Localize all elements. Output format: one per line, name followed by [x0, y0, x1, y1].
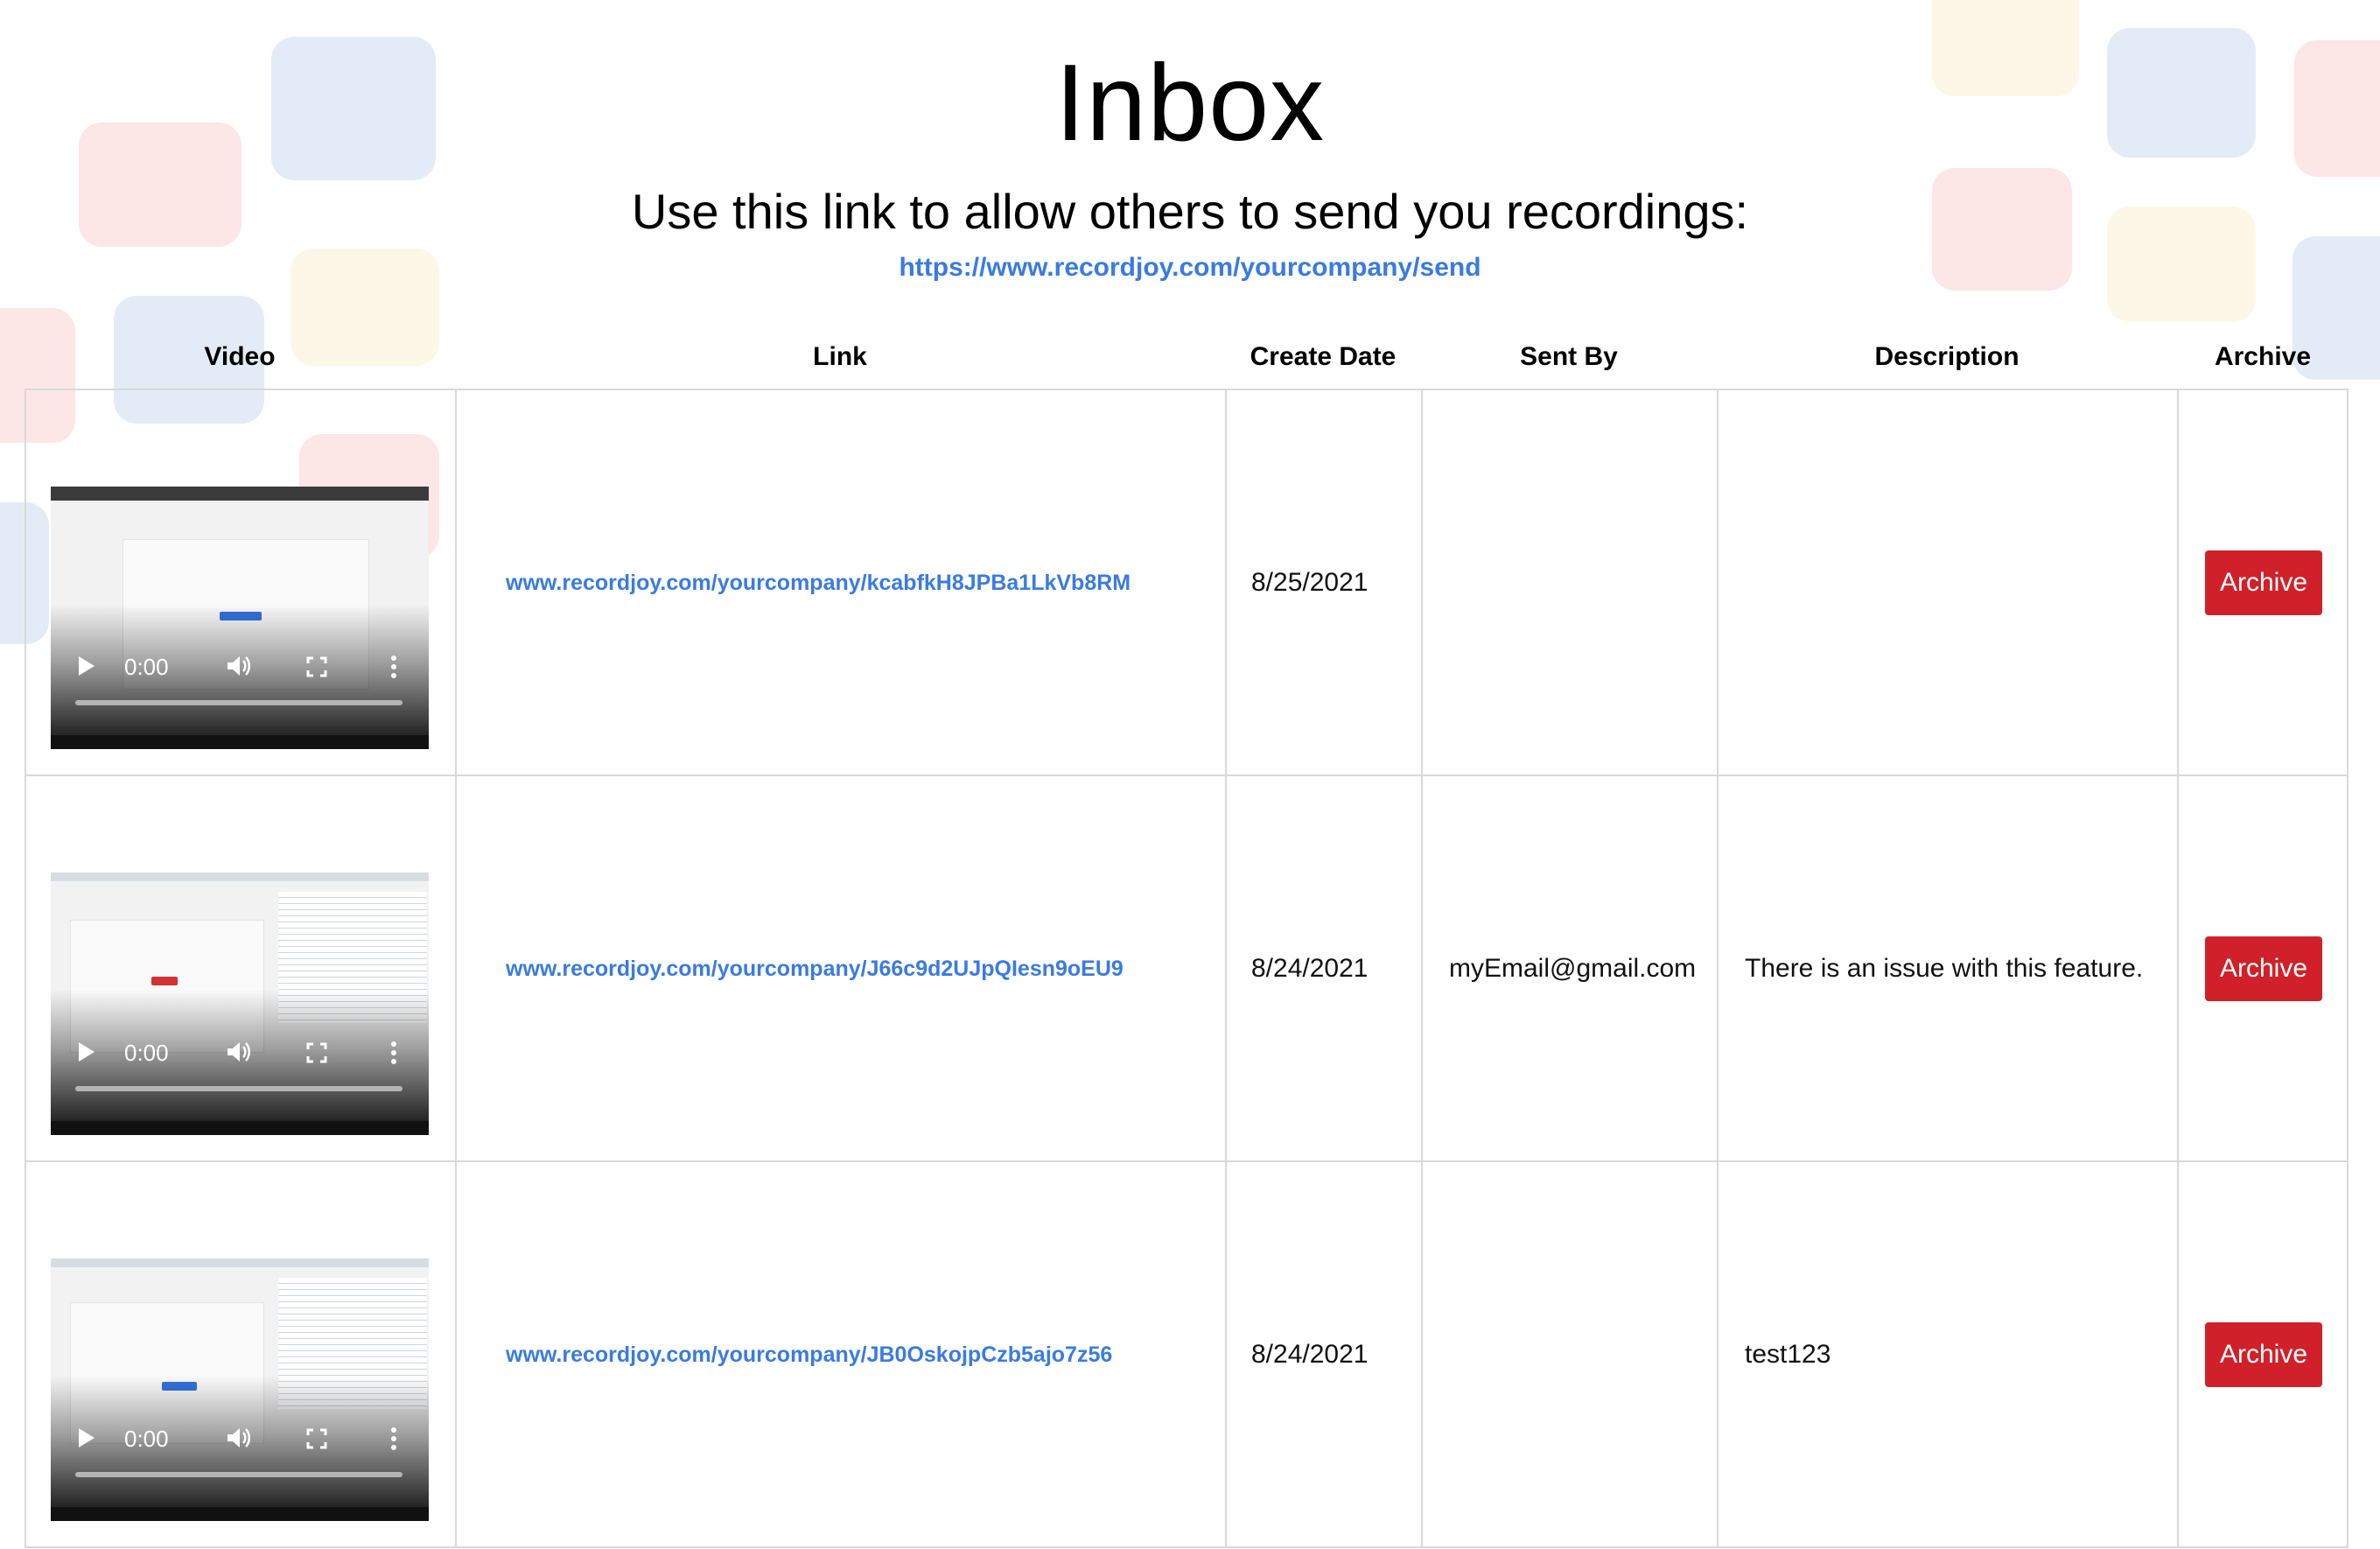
sent-by-cell [1421, 1162, 1717, 1546]
video-cell: 0:00 [24, 776, 455, 1160]
create-date: 8/24/2021 [1251, 1339, 1368, 1369]
video-thumbnail-topbar [51, 1258, 429, 1267]
description-cell: There is an issue with this feature. [1717, 776, 2177, 1160]
video-player[interactable]: 0:00 [51, 1258, 429, 1521]
video-cell: 0:00 [24, 1162, 455, 1546]
video-thumbnail-topbar [51, 873, 429, 881]
fullscreen-icon[interactable] [306, 1428, 327, 1449]
more-vert-icon[interactable] [390, 1426, 397, 1451]
table-row: 0:00 www.recordjoy.com/yourcompany/kcabf… [24, 390, 2348, 776]
volume-icon[interactable] [226, 1426, 252, 1449]
archive-button[interactable]: Archive [2205, 550, 2322, 615]
play-icon[interactable] [79, 656, 94, 676]
fullscreen-icon[interactable] [306, 1042, 327, 1063]
column-header-description: Description [1874, 342, 2020, 371]
video-player[interactable]: 0:00 [51, 873, 429, 1135]
video-thumbnail-topbar [51, 487, 429, 501]
more-vert-icon[interactable] [390, 1041, 397, 1065]
recording-link[interactable]: www.recordjoy.com/yourcompany/kcabfkH8JP… [506, 565, 1130, 600]
fullscreen-icon[interactable] [306, 656, 327, 677]
column-header-create-date: Create Date [1250, 342, 1396, 371]
link-cell: www.recordjoy.com/yourcompany/JB0OskojpC… [455, 1162, 1225, 1546]
archive-button[interactable]: Archive [2205, 936, 2322, 1001]
video-time: 0:00 [124, 1040, 169, 1066]
recordings-table: 0:00 www.recordjoy.com/yourcompany/kcabf… [24, 389, 2348, 1549]
column-header-link: Link [813, 342, 867, 371]
video-thumbnail-button [151, 977, 178, 985]
inbox-page: Inbox Use this link to allow others to s… [0, 0, 2380, 1549]
archive-button[interactable]: Archive [2205, 1321, 2322, 1387]
play-icon[interactable] [79, 1428, 94, 1447]
play-icon[interactable] [79, 1042, 94, 1062]
seek-bar[interactable] [75, 700, 402, 705]
create-date-cell: 8/24/2021 [1225, 1162, 1421, 1546]
description: test123 [1745, 1339, 1831, 1369]
create-date-cell: 8/24/2021 [1225, 776, 1421, 1160]
archive-cell: Archive [2177, 776, 2348, 1160]
video-cell: 0:00 [24, 390, 455, 774]
create-date: 8/25/2021 [1251, 567, 1368, 597]
sent-by-cell: myEmail@gmail.com [1421, 776, 1717, 1160]
column-header-archive: Archive [2214, 342, 2312, 371]
link-cell: www.recordjoy.com/yourcompany/J66c9d2UJp… [455, 776, 1225, 1160]
recording-link[interactable]: www.recordjoy.com/yourcompany/JB0OskojpC… [506, 1337, 1112, 1372]
sent-by-cell [1421, 390, 1717, 774]
video-time: 0:00 [124, 1426, 169, 1452]
create-date-cell: 8/25/2021 [1225, 390, 1421, 774]
sent-by: myEmail@gmail.com [1449, 953, 1697, 983]
column-header-sent-by: Sent By [1520, 342, 1618, 371]
table-row: 0:00 www.recordjoy.com/yourcompany/JB0Os… [24, 1162, 2348, 1548]
archive-cell: Archive [2177, 390, 2348, 774]
page-subtitle: Use this link to allow others to send yo… [631, 184, 1749, 239]
archive-cell: Archive [2177, 1162, 2348, 1546]
recording-link[interactable]: www.recordjoy.com/yourcompany/J66c9d2UJp… [506, 951, 1124, 986]
seek-bar[interactable] [75, 1472, 402, 1477]
description: There is an issue with this feature. [1745, 953, 2144, 983]
create-date: 8/24/2021 [1251, 953, 1368, 983]
more-vert-icon[interactable] [390, 655, 397, 679]
seek-bar[interactable] [75, 1086, 402, 1091]
video-time: 0:00 [124, 654, 169, 680]
volume-icon[interactable] [226, 655, 252, 677]
description-cell: test123 [1717, 1162, 2177, 1546]
table-header: Video Link Create Date Sent By Descripti… [24, 338, 2348, 376]
table-row: 0:00 www.recordjoy.com/yourcompany/J66c9… [24, 776, 2348, 1162]
page-title: Inbox [1054, 43, 1326, 164]
link-cell: www.recordjoy.com/yourcompany/kcabfkH8JP… [455, 390, 1225, 774]
volume-icon[interactable] [226, 1041, 252, 1063]
column-header-video: Video [204, 342, 276, 371]
share-link[interactable]: https://www.recordjoy.com/yourcompany/se… [0, 250, 2380, 285]
video-player[interactable]: 0:00 [51, 487, 429, 749]
description-cell [1717, 390, 2177, 774]
